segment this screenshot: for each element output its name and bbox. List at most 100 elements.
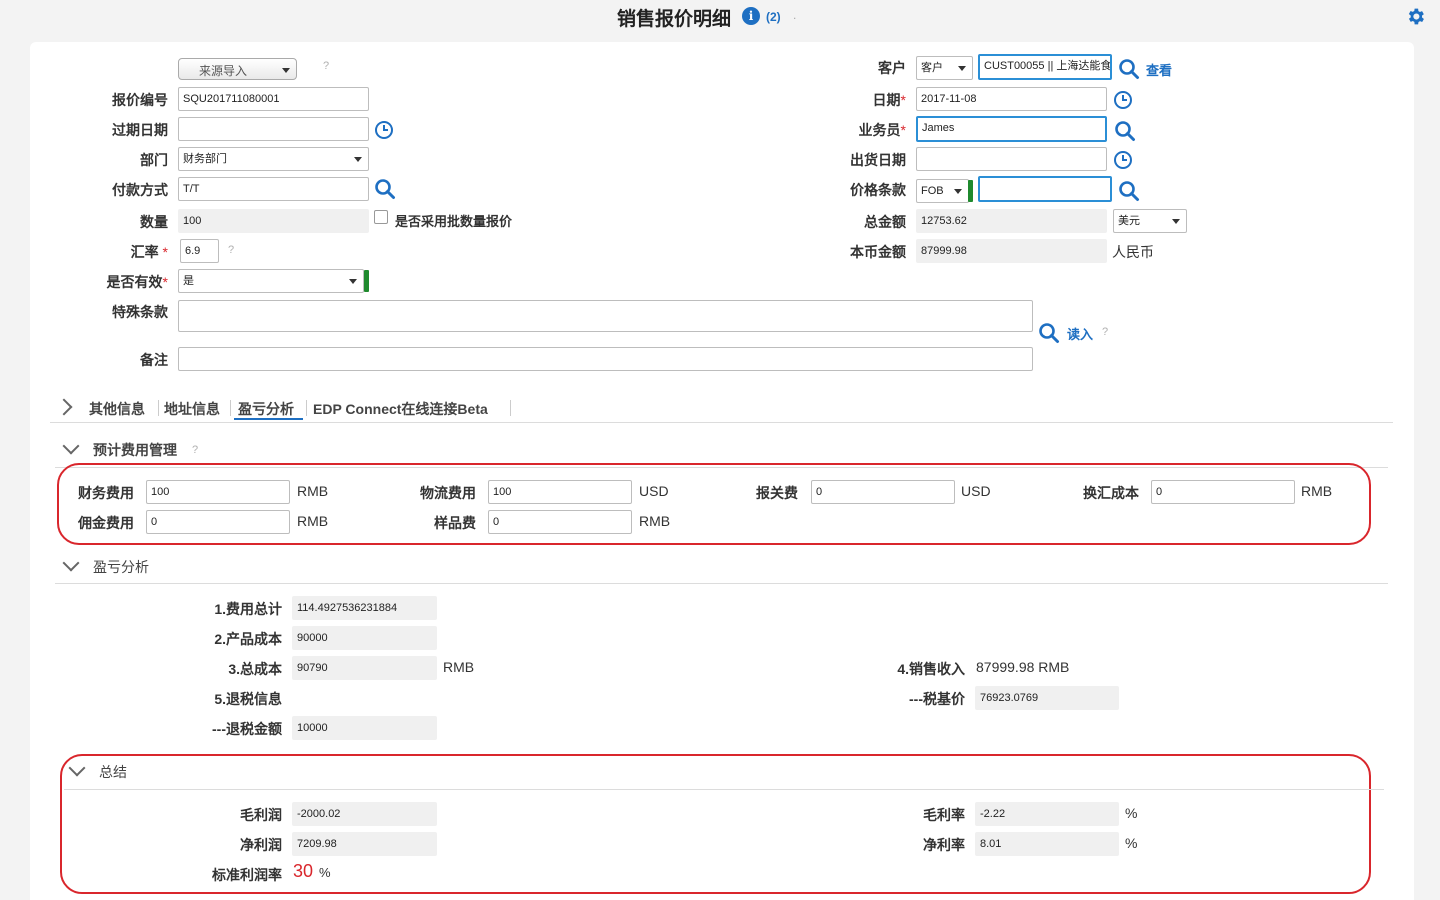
section-divider	[64, 789, 1384, 790]
page-title: 销售报价明细	[617, 9, 732, 30]
tax-base-field: 76923.0769	[975, 686, 1119, 710]
ship-field[interactable]	[916, 147, 1107, 171]
help-icon[interactable]: ?	[228, 244, 234, 256]
search-icon[interactable]	[1118, 58, 1140, 80]
pl-section-title[interactable]: 盈亏分析	[93, 557, 149, 577]
customer-type-select[interactable]: 客户	[916, 56, 973, 80]
help-icon[interactable]: ?	[1102, 326, 1108, 338]
finance-cost-unit: RMB	[297, 483, 329, 499]
std-rate-unit: %	[319, 865, 331, 880]
net-profit-label: 净利润	[240, 837, 282, 853]
batch-checkbox[interactable]	[374, 210, 388, 224]
fx-cost-field[interactable]: 0	[1151, 480, 1295, 504]
customs-fee-unit: USD	[961, 483, 991, 499]
valid-label: 是否有效*	[107, 272, 168, 292]
special-label: 特殊条款	[112, 304, 168, 320]
rate-label-text: 汇率	[130, 244, 159, 260]
search-icon[interactable]	[1114, 120, 1136, 142]
date-label-text: 日期	[872, 92, 901, 108]
gross-rate-unit: %	[1125, 805, 1138, 821]
revenue-label: 4.销售收入	[897, 661, 965, 677]
quote-no-label: 报价编号	[112, 92, 168, 108]
help-icon[interactable]: ?	[323, 60, 329, 72]
gross-profit-label: 毛利润	[240, 807, 282, 823]
price-term-label: 价格条款	[850, 182, 906, 198]
total-cost-unit: RMB	[443, 659, 475, 675]
tab-profit-loss[interactable]: 盈亏分析	[238, 399, 294, 419]
dept-select[interactable]: 财务部门	[178, 147, 369, 171]
view-link[interactable]: 查看	[1146, 60, 1172, 79]
commission-field[interactable]: 0	[146, 510, 290, 534]
required-indicator	[364, 270, 369, 292]
clock-icon[interactable]	[1113, 150, 1133, 170]
price-term-field[interactable]	[978, 176, 1112, 202]
special-textarea[interactable]	[178, 300, 1033, 332]
search-icon[interactable]	[1038, 322, 1060, 344]
local-label: 本币金额	[850, 244, 906, 260]
ship-label: 出货日期	[850, 152, 906, 168]
currency-select[interactable]: 美元	[1113, 209, 1187, 233]
net-profit-field: 7209.98	[292, 832, 437, 856]
quote-no-field[interactable]: SQU201711080001	[178, 87, 369, 111]
std-rate-value: 30	[293, 861, 314, 881]
net-rate-field: 8.01	[975, 832, 1119, 856]
clock-icon[interactable]	[1113, 90, 1133, 110]
fee-total-field: 114.4927536231884	[292, 596, 437, 620]
gross-rate-label: 毛利率	[923, 807, 965, 823]
logistics-cost-field[interactable]: 100	[488, 480, 632, 504]
total-field: 12753.62	[916, 209, 1107, 233]
search-icon[interactable]	[1118, 180, 1140, 202]
revenue-value: 87999.98 RMB	[976, 659, 1070, 675]
clock-icon[interactable]	[374, 120, 394, 140]
remark-field[interactable]	[178, 347, 1033, 371]
required-mark: *	[162, 244, 168, 260]
commission-label: 佣金费用	[78, 515, 134, 531]
help-icon[interactable]: ?	[192, 444, 198, 456]
std-rate-label: 标准利润率	[212, 867, 282, 883]
fx-cost-unit: RMB	[1301, 483, 1333, 499]
price-term-select[interactable]: FOB	[916, 179, 969, 203]
record-count[interactable]: (2)	[766, 10, 781, 24]
valid-label-text: 是否有效	[106, 274, 163, 290]
customer-field[interactable]: CUST00055 || 上海达能食品	[978, 54, 1112, 80]
sales-field[interactable]: James	[916, 116, 1107, 142]
cost-section-title[interactable]: 预计费用管理	[93, 440, 177, 460]
search-icon[interactable]	[374, 178, 396, 200]
sales-label-text: 业务员	[858, 122, 901, 138]
commission-unit: RMB	[297, 513, 329, 529]
refund-amount-field: 10000	[292, 716, 437, 740]
rate-label: 汇率 *	[131, 242, 168, 262]
customs-fee-label: 报关费	[756, 485, 798, 501]
local-field: 87999.98	[916, 239, 1107, 263]
tab-address-info[interactable]: 地址信息	[164, 399, 220, 419]
fee-total-label: 1.费用总计	[214, 601, 282, 617]
source-import-label: 来源导入	[199, 64, 248, 78]
read-in-link[interactable]: 读入	[1067, 324, 1093, 343]
date-label: 日期*	[873, 90, 906, 110]
pay-field[interactable]: T/T	[178, 177, 369, 201]
tab-divider	[510, 400, 511, 416]
sample-fee-field[interactable]: 0	[488, 510, 632, 534]
valid-select[interactable]: 是	[178, 269, 364, 293]
finance-cost-field[interactable]: 100	[146, 480, 290, 504]
date-field[interactable]: 2017-11-08	[916, 87, 1107, 111]
total-cost-label: 3.总成本	[228, 661, 282, 677]
title-dot: .	[793, 8, 797, 22]
info-icon[interactable]: i	[742, 7, 760, 25]
logistics-cost-unit: USD	[639, 483, 669, 499]
tab-edp-connect[interactable]: EDP Connect在线连接Beta	[313, 399, 488, 419]
customs-fee-field[interactable]: 0	[811, 480, 955, 504]
rate-field[interactable]: 6.9	[180, 239, 219, 263]
section-divider	[55, 583, 1388, 584]
product-cost-label: 2.产品成本	[214, 631, 282, 647]
expire-label: 过期日期	[112, 122, 168, 138]
tab-other-info[interactable]: 其他信息	[89, 399, 145, 419]
summary-section-title[interactable]: 总结	[99, 762, 127, 782]
gear-icon[interactable]	[1405, 6, 1426, 27]
required-indicator	[968, 180, 973, 202]
tab-bar-divider	[50, 422, 1393, 423]
source-import-dropdown[interactable]: 来源导入	[178, 58, 297, 80]
expire-field[interactable]	[178, 117, 369, 141]
dept-label: 部门	[140, 152, 168, 168]
active-tab-underline	[234, 418, 303, 420]
